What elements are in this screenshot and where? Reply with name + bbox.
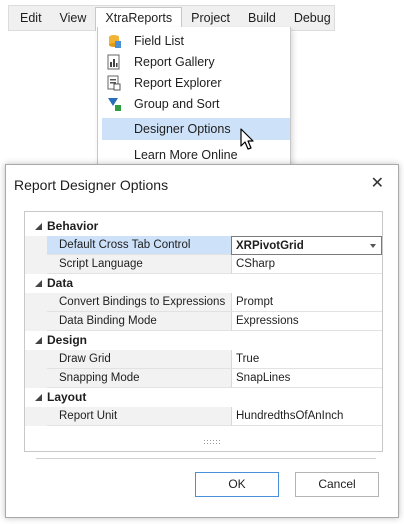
- property-value[interactable]: Prompt: [231, 293, 382, 312]
- row-gutter: [25, 236, 47, 255]
- menu-view[interactable]: View: [51, 7, 96, 29]
- collapse-triangle-icon[interactable]: [33, 278, 43, 288]
- property-row[interactable]: Default Cross Tab Control XRPivotGrid: [25, 236, 382, 255]
- property-grid: Behavior Default Cross Tab Control XRPiv…: [24, 211, 383, 452]
- menu-item-field-list[interactable]: Field List: [98, 30, 290, 52]
- property-row[interactable]: Convert Bindings to Expressions Prompt: [25, 293, 382, 312]
- category-label: Behavior: [47, 219, 99, 233]
- menu-item-label: Group and Sort: [134, 97, 220, 111]
- dialog-title: Report Designer Options: [14, 177, 169, 193]
- property-name: Snapping Mode: [47, 369, 231, 388]
- property-value[interactable]: Expressions: [231, 312, 382, 331]
- category-behavior[interactable]: Behavior: [25, 217, 382, 236]
- collapse-triangle-icon[interactable]: [33, 335, 43, 345]
- report-explorer-icon: [105, 75, 123, 91]
- close-icon[interactable]: ✕: [371, 176, 384, 192]
- property-name: Draw Grid: [47, 350, 231, 369]
- report-gallery-icon: [105, 54, 123, 70]
- menu-debug[interactable]: Debug: [285, 7, 340, 29]
- mouse-pointer-icon: [240, 128, 254, 150]
- row-gutter: [25, 255, 47, 274]
- category-data[interactable]: Data: [25, 274, 382, 293]
- report-designer-options-dialog: Report Designer Options ✕ Behavior Defau…: [5, 164, 399, 518]
- property-value[interactable]: SnapLines: [231, 369, 382, 388]
- category-label: Layout: [47, 390, 87, 404]
- menu-build[interactable]: Build: [239, 7, 285, 29]
- menu-item-label: Field List: [134, 34, 185, 48]
- xtrareports-dropdown: Field List Report Gallery Report Explore…: [97, 27, 291, 170]
- category-label: Design: [47, 333, 88, 347]
- property-value-combo[interactable]: XRPivotGrid: [231, 236, 382, 255]
- property-row[interactable]: Data Binding Mode Expressions: [25, 312, 382, 331]
- blank-icon-slot: [105, 147, 123, 163]
- collapse-triangle-icon[interactable]: [33, 221, 43, 231]
- menu-edit[interactable]: Edit: [11, 7, 51, 29]
- property-row[interactable]: Script Language CSharp: [25, 255, 382, 274]
- property-row[interactable]: Report Unit HundredthsOfAnInch: [25, 407, 382, 426]
- row-gutter: [25, 407, 47, 426]
- property-value[interactable]: True: [231, 350, 382, 369]
- property-row[interactable]: Draw Grid True: [25, 350, 382, 369]
- field-list-icon: [105, 33, 123, 49]
- collapse-triangle-icon[interactable]: [33, 392, 43, 402]
- row-gutter: [25, 369, 47, 388]
- menu-item-label: Report Explorer: [134, 76, 222, 90]
- resize-grip-icon[interactable]: [203, 440, 223, 446]
- category-layout[interactable]: Layout: [25, 388, 382, 407]
- row-gutter: [25, 312, 47, 331]
- property-value: XRPivotGrid: [236, 240, 304, 252]
- group-sort-icon: [105, 96, 123, 112]
- menu-item-group-and-sort[interactable]: Group and Sort: [98, 93, 290, 115]
- property-name: Convert Bindings to Expressions: [47, 293, 231, 312]
- menu-item-report-explorer[interactable]: Report Explorer: [98, 72, 290, 94]
- row-gutter: [25, 293, 47, 312]
- property-name: Script Language: [47, 255, 231, 274]
- menu-item-report-gallery[interactable]: Report Gallery: [98, 51, 290, 73]
- property-name: Report Unit: [47, 407, 231, 426]
- menu-item-label: Report Gallery: [134, 55, 215, 69]
- menu-item-label: Designer Options: [134, 122, 231, 136]
- dialog-separator: [36, 458, 376, 459]
- category-label: Data: [47, 276, 74, 290]
- menu-project[interactable]: Project: [182, 7, 239, 29]
- row-gutter: [25, 350, 47, 369]
- property-row[interactable]: Snapping Mode SnapLines: [25, 369, 382, 388]
- dropdown-arrow-icon[interactable]: [370, 244, 376, 248]
- category-design[interactable]: Design: [25, 331, 382, 350]
- property-name: Data Binding Mode: [47, 312, 231, 331]
- property-value[interactable]: HundredthsOfAnInch: [231, 407, 382, 426]
- cancel-button[interactable]: Cancel: [295, 472, 379, 497]
- menu-item-designer-options[interactable]: Designer Options: [102, 118, 290, 140]
- menu-item-learn-more-online[interactable]: Learn More Online: [98, 144, 290, 166]
- property-value[interactable]: CSharp: [231, 255, 382, 274]
- property-name: Default Cross Tab Control: [47, 236, 231, 255]
- ok-button[interactable]: OK: [195, 472, 279, 497]
- menu-item-label: Learn More Online: [134, 148, 238, 162]
